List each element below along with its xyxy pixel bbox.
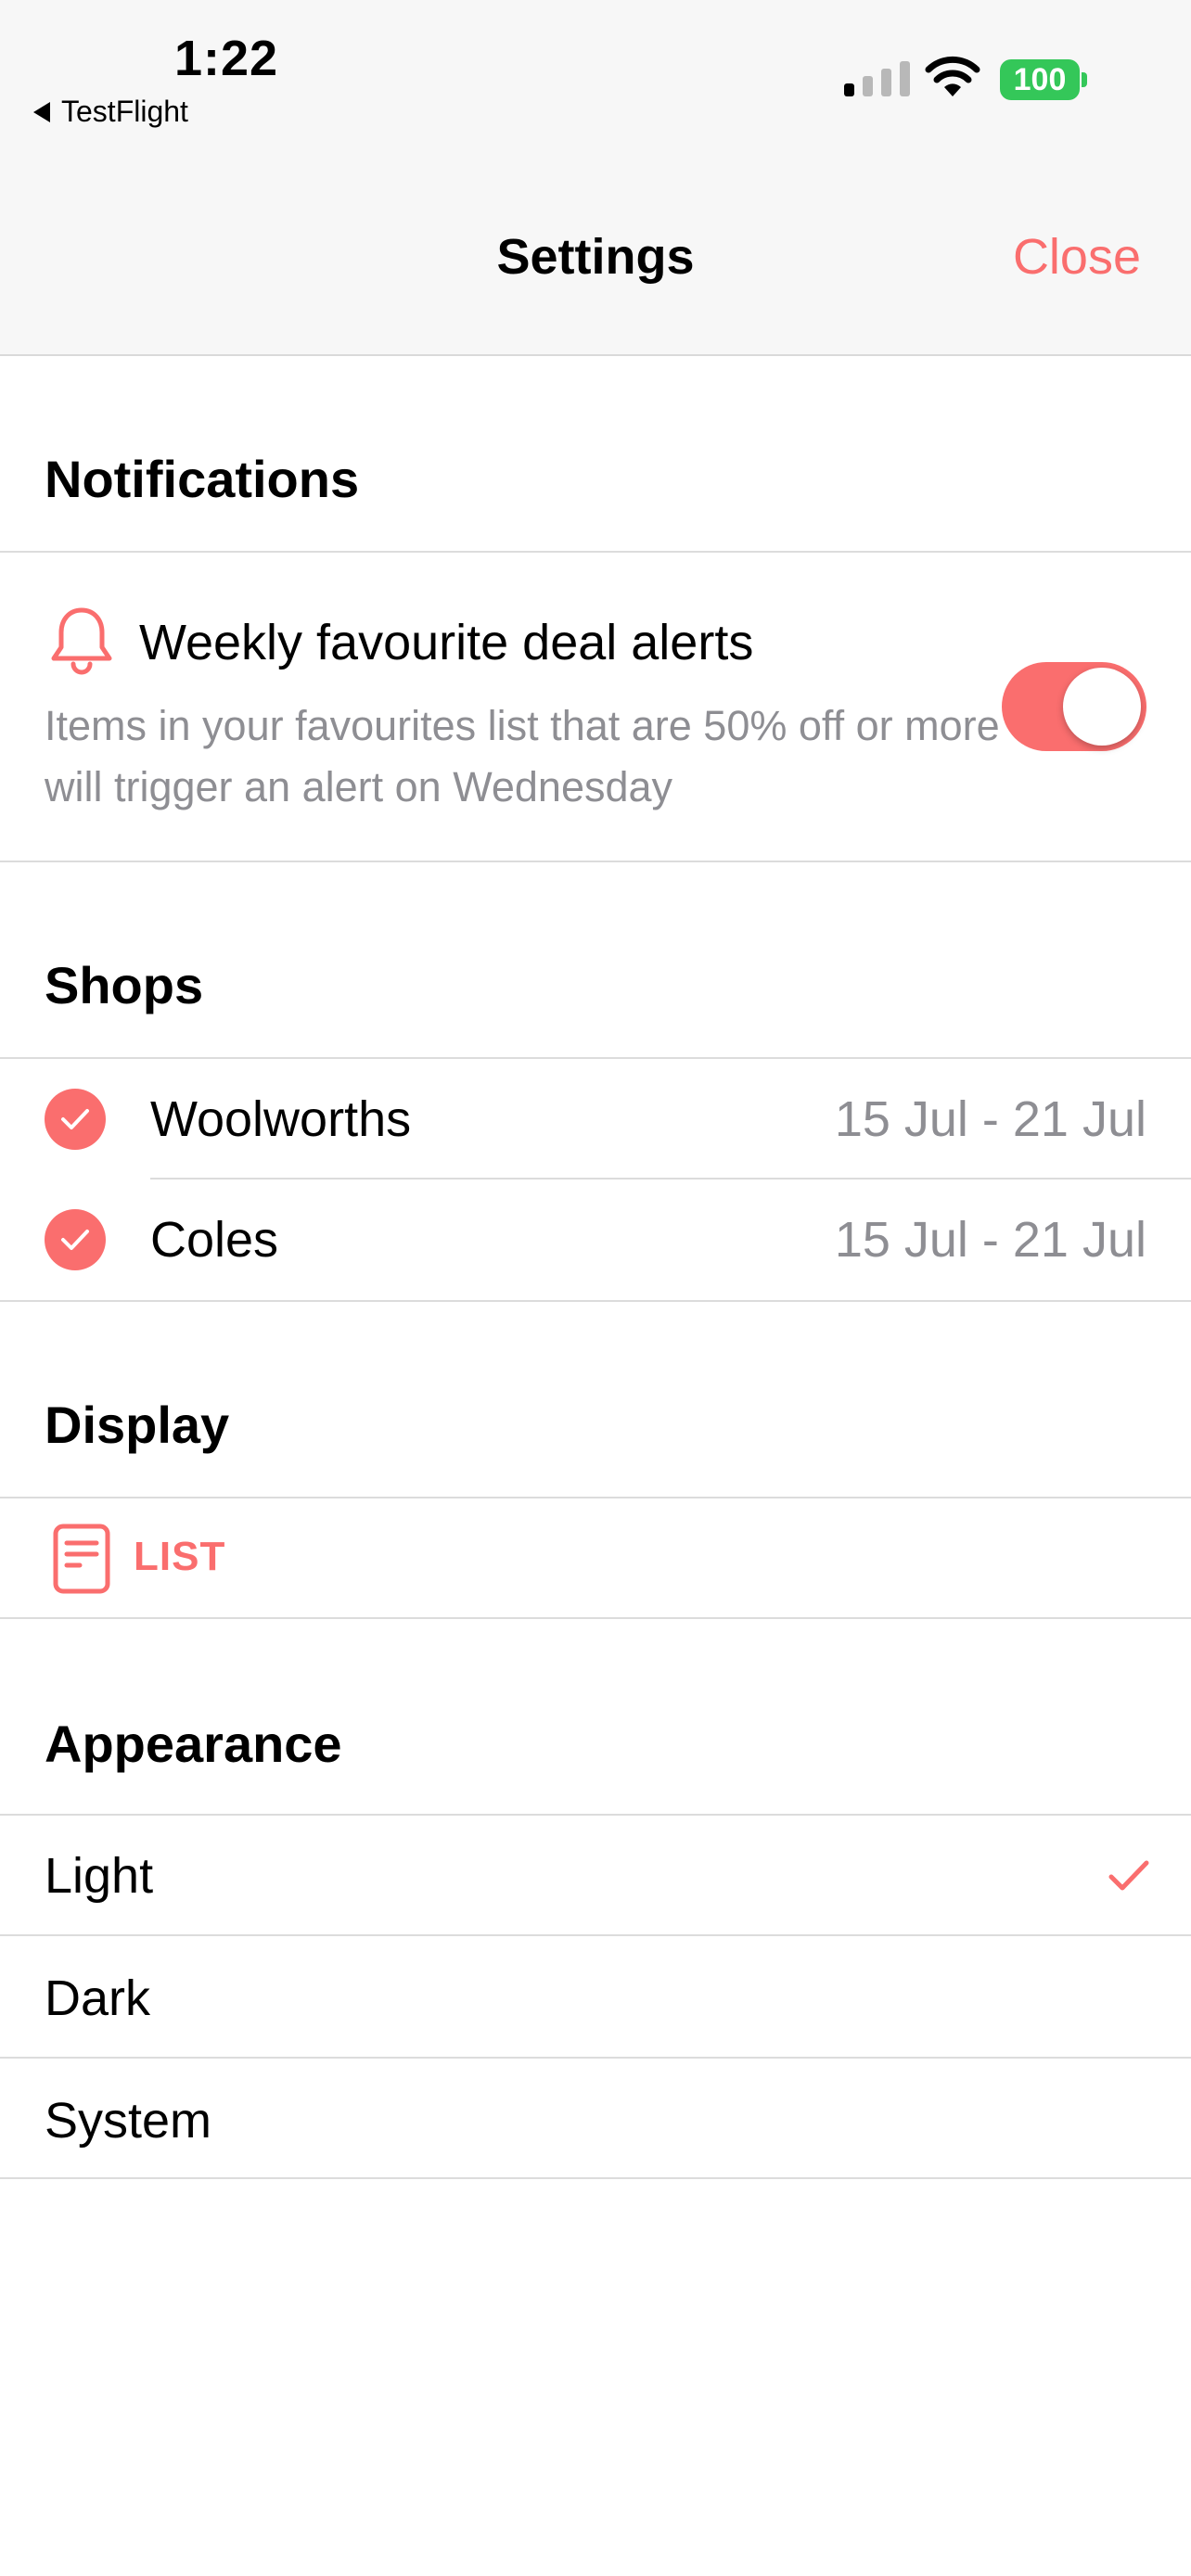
divider: [0, 861, 1191, 862]
divider: [150, 1178, 1191, 1180]
divider: [0, 551, 1191, 553]
toggle-knob: [1063, 668, 1141, 746]
divider: [0, 2177, 1191, 2179]
appearance-option-label: Dark: [45, 1970, 151, 2026]
battery-nub: [1082, 72, 1087, 87]
divider: [0, 1617, 1191, 1619]
shop-name: Coles: [150, 1212, 279, 1268]
battery-indicator: 100: [1000, 59, 1080, 100]
shop-dates: 15 Jul - 21 Jul: [834, 1091, 1146, 1147]
divider: [0, 1497, 1191, 1498]
deal-alerts-title: Weekly favourite deal alerts: [139, 615, 754, 670]
notifications-section-header: Notifications: [45, 450, 360, 508]
close-button[interactable]: Close: [1013, 228, 1141, 286]
shop-name: Woolworths: [150, 1091, 412, 1147]
checkmark-circle-icon[interactable]: [45, 1089, 106, 1150]
divider: [0, 1814, 1191, 1816]
back-arrow-icon: [33, 101, 50, 122]
shops-section-header: Shops: [45, 956, 204, 1014]
bell-icon: [51, 607, 112, 675]
navigation-header: 1:22 TestFlight 100 Settings Close: [0, 0, 1191, 356]
shop-dates: 15 Jul - 21 Jul: [834, 1212, 1146, 1268]
appearance-option-label: Light: [45, 1848, 154, 1904]
appearance-option-label: System: [45, 2093, 212, 2149]
display-section-header: Display: [45, 1396, 230, 1454]
appearance-section-header: Appearance: [45, 1715, 342, 1773]
divider: [0, 2057, 1191, 2059]
wifi-icon: [925, 56, 980, 96]
document-icon: [53, 1524, 110, 1594]
back-to-app-button[interactable]: TestFlight: [33, 95, 188, 129]
deal-alerts-toggle[interactable]: [1002, 662, 1146, 751]
cellular-signal-icon: [844, 61, 910, 96]
checkmark-icon: [1108, 1860, 1149, 1891]
display-mode-label: LIST: [134, 1534, 226, 1579]
checkmark-circle-icon[interactable]: [45, 1209, 106, 1270]
divider: [0, 1057, 1191, 1059]
divider: [0, 1300, 1191, 1302]
divider: [0, 1934, 1191, 1936]
status-time: 1:22: [174, 31, 279, 86]
deal-alerts-description: Items in your favourites list that are 5…: [45, 702, 1000, 810]
back-app-label: TestFlight: [61, 95, 188, 128]
